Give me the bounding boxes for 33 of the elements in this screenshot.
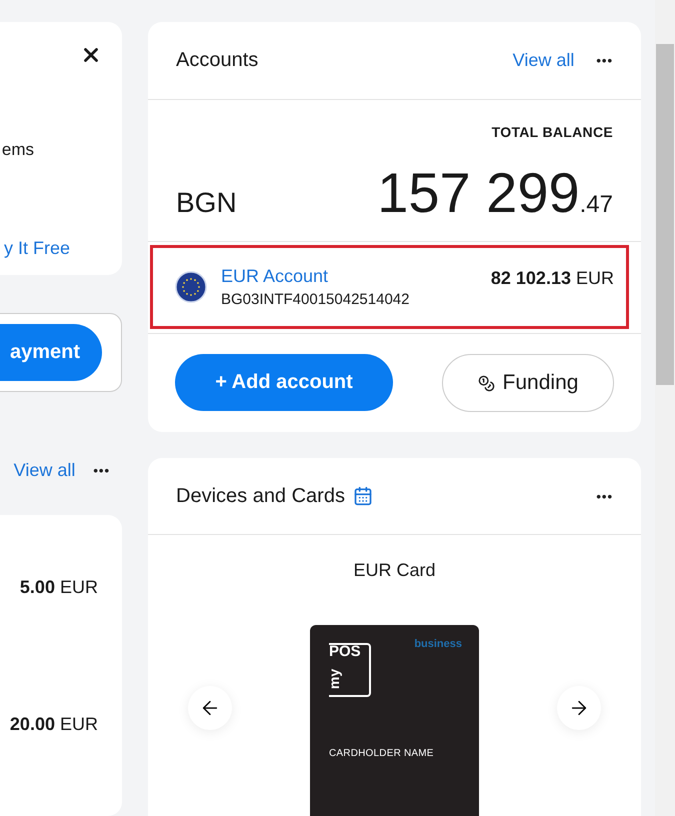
funding-button[interactable]: Funding [442, 354, 614, 412]
more-button[interactable]: ••• [93, 463, 110, 478]
coins-icon [478, 374, 495, 392]
next-button[interactable] [557, 686, 601, 730]
card-tier-label: business [414, 638, 462, 650]
card-title: EUR Card [353, 560, 436, 581]
total-balance-amount: 157 299.47 [377, 160, 613, 225]
currency-label: BGN [176, 187, 237, 219]
payment-button[interactable]: ayment [0, 324, 102, 381]
bank-card-drawing[interactable]: POS my business CARDHOLDER NAME [310, 625, 479, 816]
account-balance: 82 102.13 EUR [490, 268, 614, 288]
cardholder-name: CARDHOLDER NAME [329, 748, 434, 759]
try-free-link[interactable]: y It Free [4, 238, 70, 259]
view-all-link[interactable]: View all [512, 50, 574, 71]
calendar-icon[interactable] [352, 486, 373, 506]
card-logo-text: POS [329, 643, 361, 660]
account-row[interactable]: EUR Account BG03INTF40015042514042 82 102.13 EUR [150, 245, 629, 329]
devices-title: Devices and Cards [176, 484, 345, 508]
accounts-title: Accounts [176, 49, 258, 72]
view-all-link[interactable]: View all [14, 460, 76, 481]
more-button[interactable]: ••• [596, 488, 613, 504]
previous-button[interactable] [188, 686, 232, 730]
transaction-amount: 5.00 EUR [20, 577, 98, 598]
eu-flag-icon [175, 271, 207, 303]
account-iban: BG03INTF40015042514042 [221, 291, 410, 308]
account-name-link[interactable]: EUR Account [221, 266, 477, 287]
promo-text: ems [2, 140, 34, 160]
scrollbar-thumb[interactable] [656, 44, 674, 385]
add-account-button[interactable]: + Add account [175, 354, 393, 411]
total-balance-label: TOTAL BALANCE [492, 124, 613, 140]
more-button[interactable]: ••• [596, 53, 613, 68]
card-logo-side-text: my [326, 668, 342, 690]
transaction-amount: 20.00 EUR [10, 714, 98, 735]
